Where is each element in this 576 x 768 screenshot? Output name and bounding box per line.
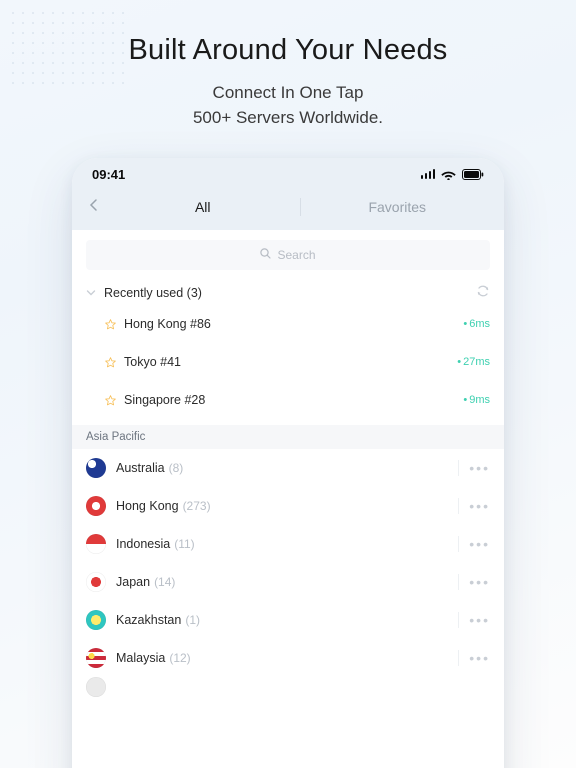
country-name: Hong Kong xyxy=(116,499,179,513)
region-header: Asia Pacific xyxy=(72,425,504,449)
country-item[interactable]: Hong Kong (273) ••• xyxy=(86,487,490,525)
row-divider xyxy=(458,612,459,628)
ping-value: •27ms xyxy=(457,356,490,368)
country-name: Japan xyxy=(116,575,150,589)
server-count: (8) xyxy=(169,461,184,475)
more-icon[interactable]: ••• xyxy=(469,536,490,552)
more-icon[interactable]: ••• xyxy=(469,460,490,476)
recent-title: Recently used (3) xyxy=(104,286,476,300)
row-divider xyxy=(458,574,459,590)
recent-header[interactable]: Recently used (3) xyxy=(86,284,490,301)
server-name: Tokyo #41 xyxy=(124,355,457,369)
country-name: Indonesia xyxy=(116,537,170,551)
flag-icon xyxy=(86,458,106,478)
more-icon[interactable]: ••• xyxy=(469,498,490,514)
tab-bar: All Favorites xyxy=(72,190,504,230)
more-icon[interactable]: ••• xyxy=(469,650,490,666)
server-count: (14) xyxy=(154,575,175,589)
recent-item[interactable]: Hong Kong #86•6ms xyxy=(86,305,490,343)
status-bar: 09:41 xyxy=(72,158,504,190)
row-divider xyxy=(458,498,459,514)
recent-item[interactable]: Singapore #28•9ms xyxy=(86,381,490,419)
decorative-dots xyxy=(8,8,128,88)
row-divider xyxy=(458,460,459,476)
chevron-down-icon xyxy=(86,286,104,300)
country-item[interactable]: Kazakhstan (1) ••• xyxy=(86,601,490,639)
wifi-icon xyxy=(441,169,456,180)
server-count: (11) xyxy=(174,537,194,551)
more-icon[interactable]: ••• xyxy=(469,574,490,590)
country-name: Kazakhstan xyxy=(116,613,181,627)
star-icon[interactable] xyxy=(104,356,124,369)
content-pane: Search Recently used (3) Hong Kong #86•6… xyxy=(72,230,504,768)
tab-all[interactable]: All xyxy=(106,199,300,215)
subheadline-line2: 500+ Servers Worldwide. xyxy=(0,106,576,131)
flag-icon xyxy=(86,648,106,668)
country-item[interactable]: Australia (8) ••• xyxy=(86,449,490,487)
country-item[interactable]: Indonesia (11) ••• xyxy=(86,525,490,563)
country-name: Australia xyxy=(116,461,165,475)
device-frame: 09:41 All Favorites Search xyxy=(72,158,504,768)
server-count: (12) xyxy=(169,651,190,665)
battery-icon xyxy=(462,169,484,180)
more-icon[interactable]: ••• xyxy=(469,612,490,628)
flag-icon xyxy=(86,610,106,630)
flag-icon xyxy=(86,496,106,516)
star-icon[interactable] xyxy=(104,394,124,407)
recent-item[interactable]: Tokyo #41•27ms xyxy=(86,343,490,381)
back-button[interactable] xyxy=(82,198,106,217)
subheadline: Connect In One Tap 500+ Servers Worldwid… xyxy=(0,81,576,130)
refresh-icon[interactable] xyxy=(476,284,490,301)
server-count: (273) xyxy=(183,499,211,513)
row-divider xyxy=(458,536,459,552)
country-name: Malaysia xyxy=(116,651,165,665)
search-input[interactable]: Search xyxy=(86,240,490,270)
list-item[interactable] xyxy=(86,677,490,697)
recent-list: Hong Kong #86•6msTokyo #41•27msSingapore… xyxy=(86,305,490,419)
row-divider xyxy=(458,650,459,666)
flag-icon xyxy=(86,534,106,554)
star-icon[interactable] xyxy=(104,318,124,331)
country-item[interactable]: Japan (14) ••• xyxy=(86,563,490,601)
server-name: Singapore #28 xyxy=(124,393,463,407)
tab-favorites[interactable]: Favorites xyxy=(301,199,495,215)
flag-icon xyxy=(86,677,106,697)
country-item[interactable]: Malaysia (12) ••• xyxy=(86,639,490,677)
server-name: Hong Kong #86 xyxy=(124,317,463,331)
ping-value: •6ms xyxy=(463,318,490,330)
search-placeholder: Search xyxy=(277,248,315,262)
server-count: (1) xyxy=(185,613,200,627)
status-time: 09:41 xyxy=(92,167,125,182)
search-icon xyxy=(260,248,271,262)
cellular-icon xyxy=(421,169,436,179)
country-list: Australia(8)•••Hong Kong(273)•••Indonesi… xyxy=(86,449,490,677)
flag-icon xyxy=(86,572,106,592)
ping-value: •9ms xyxy=(463,394,490,406)
